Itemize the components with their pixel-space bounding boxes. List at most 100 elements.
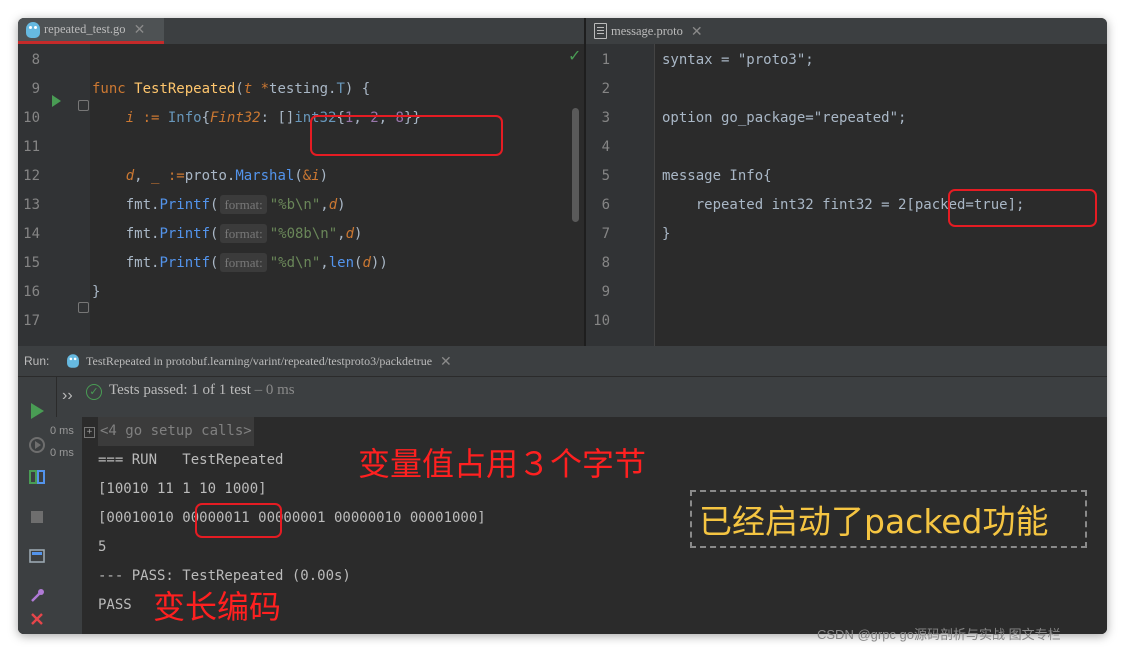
code-token: fmt. (125, 197, 160, 213)
pin-icon[interactable] (27, 585, 47, 605)
close-icon[interactable]: ✕ (691, 23, 703, 40)
run-toolbar (18, 377, 57, 634)
code-token: , (134, 168, 152, 184)
code-token: TestRepeated (134, 81, 236, 97)
code-token: len (328, 255, 355, 271)
code-line: 3 option go_package="repeated"; (586, 104, 1107, 133)
close-run-icon[interactable] (27, 609, 47, 629)
console-line: [10010 11 1 10 1000] (98, 481, 267, 497)
layout-icon[interactable] (27, 546, 47, 566)
line-number: 9 (601, 284, 610, 300)
code-text: message Info{ (662, 168, 772, 184)
status-prefix: Tests passed: (109, 382, 192, 398)
code-token: fmt. (125, 255, 160, 271)
close-icon[interactable]: ✕ (134, 21, 146, 38)
fold-icon[interactable] (78, 100, 89, 111)
line-number: 8 (31, 52, 40, 68)
gopher-icon (26, 21, 40, 38)
rerun-failed-icon[interactable] (27, 435, 47, 455)
stop-icon[interactable] (27, 507, 47, 527)
code-line: 8 (18, 46, 584, 75)
line-number: 13 (23, 197, 40, 213)
test-tree[interactable]: 0 ms 0 ms (50, 417, 82, 634)
code-token: "%08b\n" (269, 226, 338, 242)
expand-setup-icon[interactable]: + (84, 427, 95, 438)
close-icon[interactable]: ✕ (440, 353, 452, 370)
console-line: [00010010 00000011 00000001 00000010 000… (98, 510, 486, 526)
code-token: Printf (159, 226, 211, 242)
run-panel-header: Run: TestRepeated in protobuf.learning/v… (18, 346, 1107, 377)
code-token: } (92, 284, 101, 300)
highlight-box-int32-slice (310, 115, 503, 156)
tree-time: 0 ms (50, 425, 74, 437)
code-token: d (362, 255, 371, 271)
code-text: } (662, 226, 671, 242)
code-line: 14 fmt.Printf(format: "%08b\n",d) (18, 220, 584, 249)
line-number: 6 (601, 197, 610, 213)
toggle-auto-test-icon[interactable] (27, 467, 47, 487)
ide-window: repeated_test.go ✕ message.proto ✕ 8 9 fun… (18, 18, 1107, 634)
console-line: 5 (98, 539, 107, 555)
code-token: := (159, 168, 185, 184)
code-token: ) (319, 168, 329, 184)
code-token: func (92, 81, 135, 97)
line-number: 3 (601, 110, 610, 126)
editor-scrollbar[interactable] (572, 108, 579, 222)
run-config-label: TestRepeated in protobuf.learning/varint… (86, 353, 433, 368)
code-token: Fint32 (210, 110, 261, 126)
tab-label: message.proto (611, 23, 683, 38)
code-token: ) (337, 197, 346, 213)
code-text: fmt.Printf(format: "%08b\n",d) (92, 220, 362, 249)
code-text: func TestRepeated(t *testing.T) { (92, 75, 370, 104)
gopher-icon (67, 354, 79, 368)
rerun-icon[interactable] (27, 401, 47, 421)
test-status-text: Tests passed: 1 of 1 test – 0 ms (109, 382, 295, 399)
code-line: 5 message Info{ (586, 162, 1107, 191)
code-line: 16} (18, 278, 584, 307)
code-text: syntax = "proto3"; (662, 52, 814, 68)
go-editor[interactable]: 8 9 func TestRepeated(t *testing.T) {10 i … (18, 44, 584, 346)
proto-editor[interactable]: 1 syntax = "proto3"; 2 3 option go_package="… (586, 44, 1107, 346)
code-token: Printf (159, 197, 211, 213)
code-line: 17 (18, 307, 584, 336)
line-number: 2 (601, 81, 610, 97)
code-token: ) (354, 226, 363, 242)
code-line: 9 func TestRepeated(t *testing.T) { (18, 75, 584, 104)
run-label: Run: (24, 354, 50, 368)
code-token: , (337, 226, 346, 242)
tab-repeated-test-go[interactable]: repeated_test.go ✕ (18, 18, 164, 44)
code-token: d (125, 168, 135, 184)
line-number: 4 (601, 139, 610, 155)
code-token: Printf (159, 255, 211, 271)
code-token: ( (294, 168, 303, 184)
code-token: := (134, 110, 168, 126)
run-config-tab[interactable]: TestRepeated in protobuf.learning/varint… (66, 346, 452, 376)
code-token: ( (210, 255, 219, 271)
code-token: : (260, 110, 278, 126)
code-token: ( (210, 197, 219, 213)
code-token: "%b\n" (269, 197, 321, 213)
code-line: 4 (586, 133, 1107, 162)
line-number: 7 (601, 226, 610, 242)
right-tab-bar: message.proto ✕ (586, 18, 1107, 44)
code-token: i (125, 110, 135, 126)
fold-icon[interactable] (78, 302, 89, 313)
code-token: i (311, 168, 320, 184)
code-text: fmt.Printf(format: "%d\n",len(d)) (92, 249, 388, 278)
watermark: CSDN @grpc go源码剖析与实战 图文专栏 (817, 627, 1061, 642)
tab-message-proto[interactable]: message.proto ✕ (586, 18, 734, 44)
console-line: <4 go setup calls> (98, 417, 254, 446)
code-token: ) { (344, 81, 371, 97)
status-count: 1 (191, 382, 199, 398)
run-test-icon[interactable] (52, 95, 61, 107)
code-text: d, _ :=proto.Marshal(&i) (92, 162, 328, 191)
annotation-varint: 变长编码 (153, 588, 282, 626)
code-token: & (302, 168, 312, 184)
code-line: 13 fmt.Printf(format: "%b\n",d) (18, 191, 584, 220)
expand-chevron-icon[interactable]: ›› (62, 387, 73, 405)
tab-label: repeated_test.go (44, 22, 126, 36)
code-line: 15 fmt.Printf(format: "%d\n",len(d)) (18, 249, 584, 278)
code-line: 2 (586, 75, 1107, 104)
line-number: 16 (23, 284, 40, 300)
